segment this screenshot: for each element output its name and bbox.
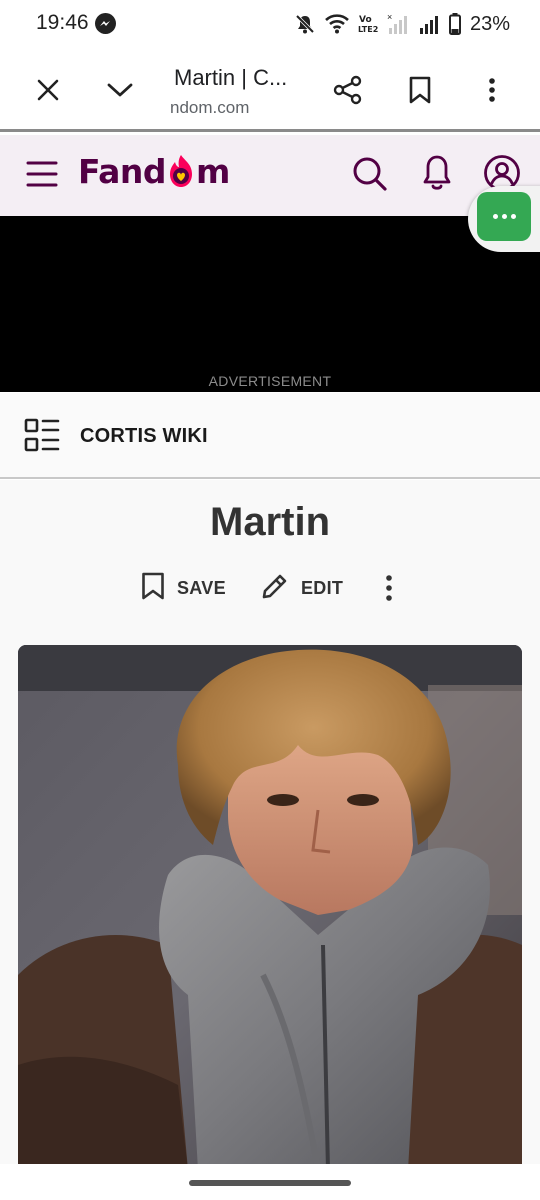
mute-icon [294, 13, 316, 35]
page-title: Martin [210, 500, 330, 544]
browser-toolbar: Martin | C... ndom.com [0, 48, 540, 132]
edit-label: EDIT [301, 577, 344, 598]
url-domain[interactable]: ndom.com [170, 98, 249, 118]
status-icons: Vo LTE2 × 23% [294, 10, 510, 38]
status-time: 19:46 [36, 11, 89, 34]
menu-icon[interactable] [26, 156, 58, 192]
signal-icon-secondary: × [387, 13, 409, 35]
status-bar: 19:46 Vo LTE2 × 23% [0, 0, 540, 48]
logo-text-left: Fand [78, 151, 167, 191]
wifi-icon [325, 14, 349, 34]
close-icon[interactable] [30, 72, 66, 108]
edit-button[interactable]: EDIT [261, 572, 343, 604]
bookmark-icon[interactable] [402, 72, 438, 108]
chevron-down-icon[interactable] [102, 72, 138, 108]
svg-text:×: × [387, 13, 392, 22]
battery-percent: 23% [469, 12, 510, 35]
share-icon[interactable] [330, 72, 366, 108]
save-label: SAVE [177, 577, 226, 598]
svg-text:LTE2: LTE2 [358, 25, 378, 34]
battery-icon [448, 13, 461, 35]
home-gesture-handle[interactable] [189, 1180, 351, 1186]
messenger-icon [95, 13, 116, 34]
more-options-icon[interactable] [384, 572, 394, 604]
logo-text-right: m [196, 151, 230, 191]
search-icon[interactable] [352, 156, 388, 192]
svg-text:Vo: Vo [359, 15, 372, 25]
advertisement-label: ADVERTISEMENT [208, 373, 332, 389]
bell-icon[interactable] [421, 153, 453, 193]
save-button[interactable]: SAVE [141, 572, 226, 604]
fandom-flame-icon [167, 154, 195, 188]
volte-icon: Vo LTE2 [358, 13, 378, 35]
advertisement-area[interactable] [0, 216, 540, 392]
wiki-name[interactable]: CORTIS WIKI [80, 425, 208, 448]
page-tab-title[interactable]: Martin | C... [174, 65, 287, 91]
chat-icon[interactable] [477, 192, 531, 241]
edit-pencil-icon [261, 572, 289, 605]
fandom-logo[interactable]: Fand m [78, 148, 230, 194]
bookmark-icon [141, 572, 165, 605]
signal-icon [418, 13, 440, 35]
wiki-grid-icon[interactable] [24, 418, 60, 459]
infobox-image[interactable] [18, 645, 522, 1170]
more-vert-icon[interactable] [474, 72, 510, 108]
